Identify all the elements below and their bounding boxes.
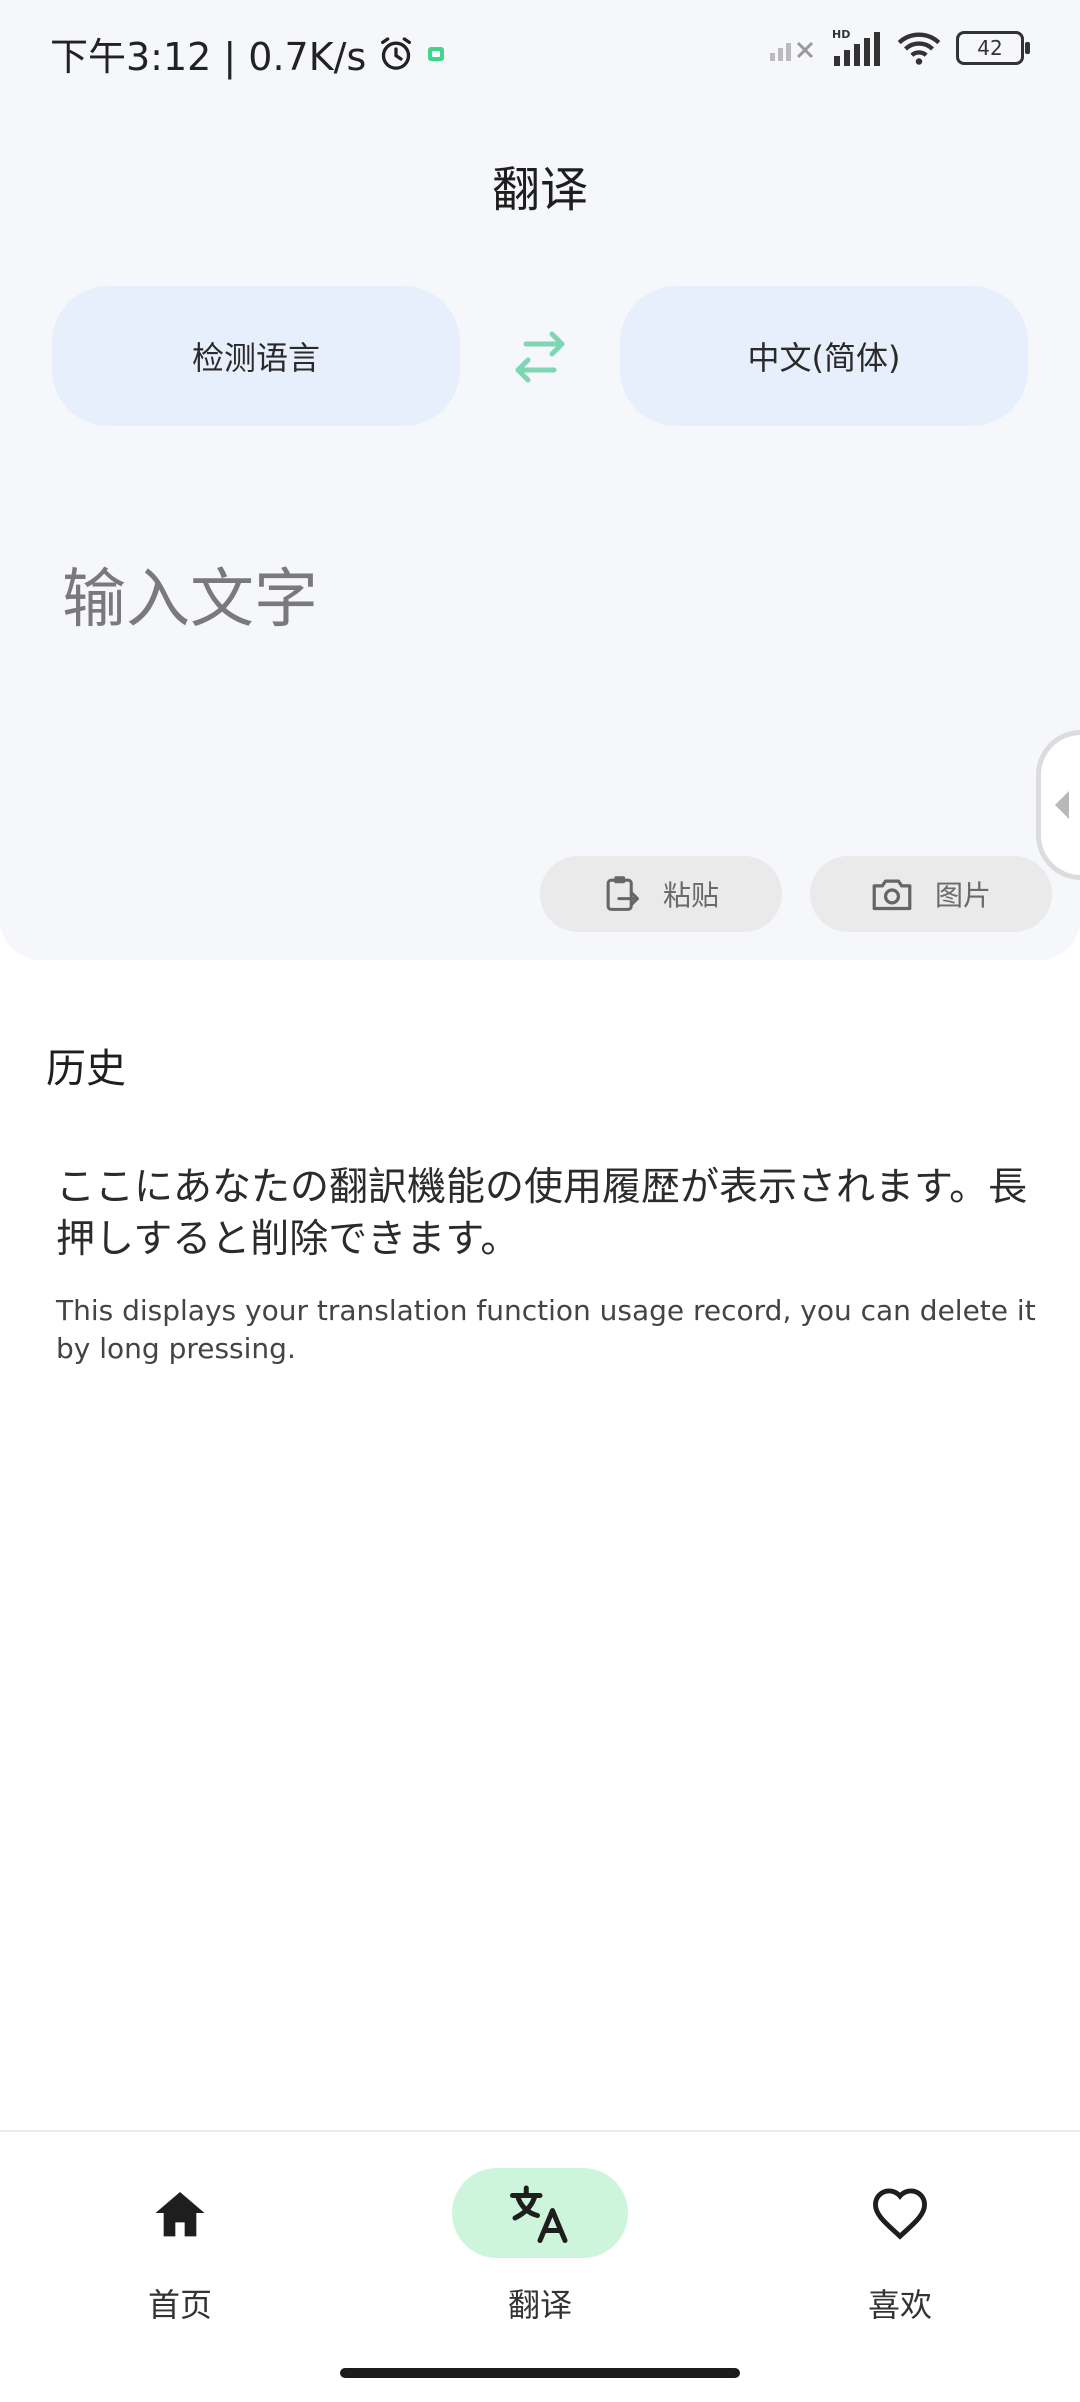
status-time-speed: 下午3:12 | 0.7K/s [50, 35, 367, 79]
nav-item-home[interactable]: 首页 [50, 2168, 310, 2326]
wifi-icon [897, 32, 941, 65]
home-icon [155, 2192, 205, 2237]
history-empty-message-ja: ここにあなたの翻訳機能の使用履歴が表示されます。長押しすると削除できます。 [56, 1165, 1028, 1262]
status-bar: 下午3:12 | 0.7K/s HD 42 [0, 0, 1080, 104]
battery-level: 42 [977, 36, 1003, 60]
image-label: 图片 [934, 879, 991, 912]
nav-favorites-label: 喜欢 [867, 2286, 932, 2324]
paste-button[interactable]: 粘贴 [540, 856, 782, 932]
side-drawer-handle[interactable] [1036, 730, 1080, 880]
text-input[interactable]: 输入文字 [62, 548, 318, 640]
nav-item-translate[interactable]: 翻译 [410, 2168, 670, 2326]
status-left: 下午3:12 | 0.7K/s [50, 26, 446, 81]
source-language-button[interactable]: 检测语言 [52, 286, 460, 426]
signal-hd-icon: HD [832, 28, 880, 66]
translate-panel [0, 0, 1080, 960]
image-button[interactable]: 图片 [810, 856, 1052, 932]
swap-languages-icon[interactable] [508, 330, 572, 386]
svg-text:HD: HD [832, 28, 850, 41]
nav-home-label: 首页 [147, 2286, 212, 2324]
bottom-navigation: 首页 翻译 喜欢 [0, 2130, 1080, 2402]
nav-translate-label: 翻译 [507, 2286, 572, 2324]
source-language-label: 检测语言 [191, 339, 320, 377]
history-title: 历史 [46, 1046, 126, 1092]
heart-icon [872, 2188, 928, 2240]
target-language-label: 中文(简体) [747, 339, 901, 377]
nav-translate-icon-wrap [452, 2168, 628, 2258]
translate-icon [510, 2185, 568, 2243]
status-right: HD 42 [768, 28, 1030, 68]
camera-icon [872, 879, 912, 911]
target-language-button[interactable]: 中文(简体) [620, 286, 1028, 426]
nav-home-icon-wrap [92, 2168, 268, 2258]
home-indicator[interactable] [340, 2368, 740, 2378]
page-title: 翻译 [491, 162, 588, 218]
app-notification-icon [428, 46, 445, 61]
clipboard-icon [606, 876, 639, 911]
history-empty-message-en: This displays your translation function … [56, 1294, 1036, 1365]
paste-label: 粘贴 [662, 879, 719, 912]
battery-icon: 42 [956, 31, 1030, 65]
alarm-icon [381, 36, 412, 70]
nav-favorites-icon-wrap [812, 2168, 988, 2258]
signal-no-service-icon [770, 41, 814, 61]
nav-item-favorites[interactable]: 喜欢 [770, 2168, 1030, 2326]
